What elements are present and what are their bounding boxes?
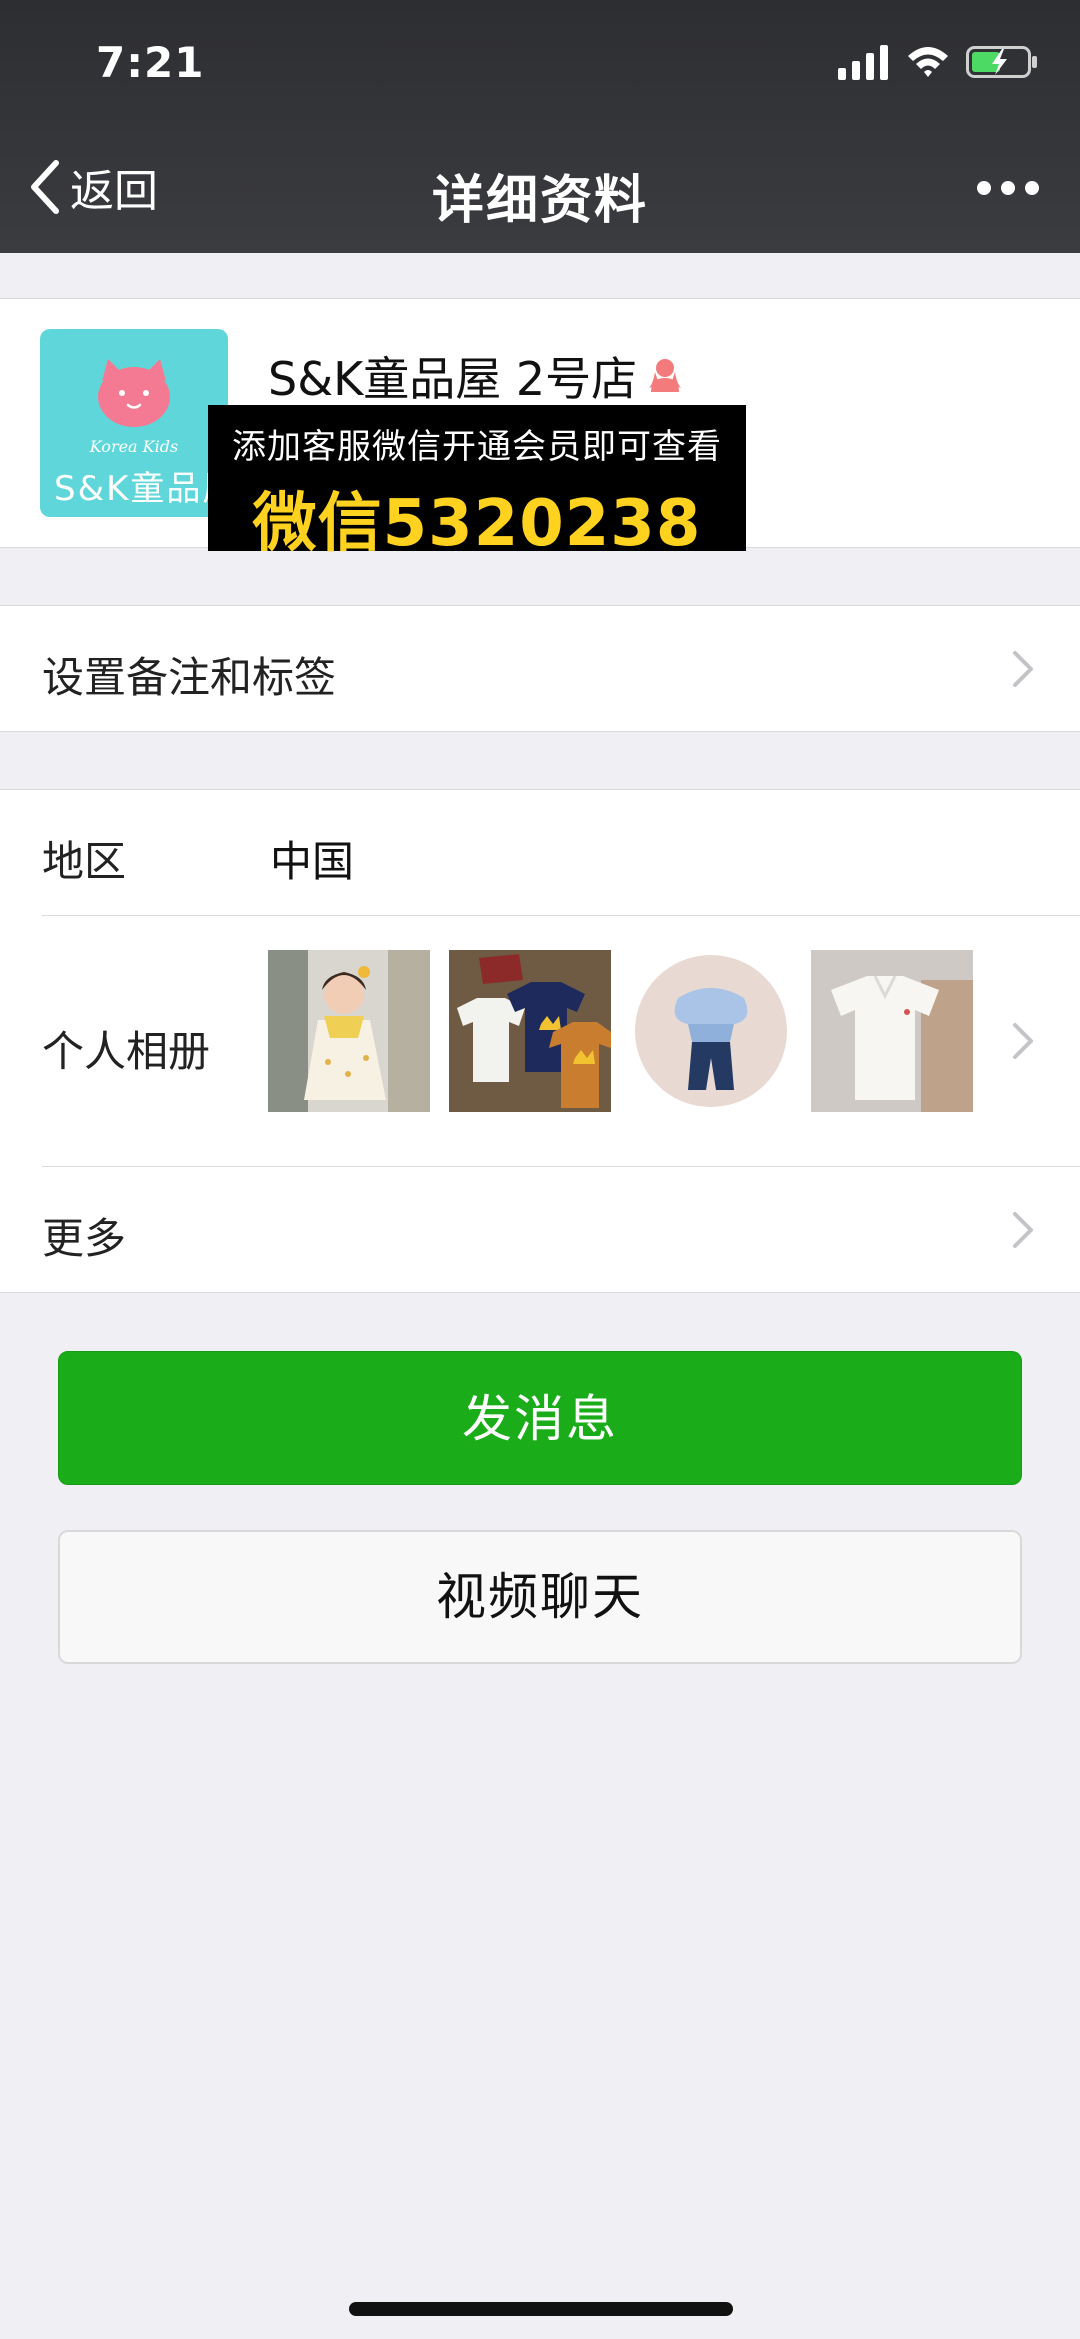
- more-label: 更多: [42, 1214, 127, 1263]
- album-label: 个人相册: [42, 1027, 211, 1076]
- status-icons: [838, 44, 1038, 80]
- top-bar: 7:21 返回 详细资料: [0, 0, 1080, 253]
- page-title: 详细资料: [431, 171, 648, 231]
- remark-tags-row[interactable]: 设置备注和标签: [0, 605, 1080, 732]
- female-icon: [649, 359, 682, 392]
- home-indicator[interactable]: [349, 2302, 733, 2316]
- album-photo-tshirts: [449, 950, 611, 1112]
- info-group: 地区 中国 个人相册 更多: [0, 789, 1080, 1293]
- profile-name-text: S&K童品屋 2号店: [268, 352, 638, 406]
- chevron-right-icon: [1013, 651, 1033, 687]
- status-time: 7:21: [96, 38, 205, 87]
- cellular-signal-icon: [838, 45, 888, 80]
- more-row[interactable]: 更多: [0, 1167, 1080, 1292]
- chevron-right-icon: [1013, 1023, 1033, 1059]
- more-options-icon[interactable]: [976, 176, 1040, 200]
- back-label: 返回: [70, 166, 158, 217]
- video-chat-button[interactable]: 视频聊天: [58, 1530, 1022, 1664]
- album-photo-ruffle-outfit: [630, 950, 792, 1112]
- album-thumbnail: [268, 950, 430, 1112]
- watermark-line1: 添加客服微信开通会员即可查看: [232, 427, 722, 467]
- region-label: 地区: [42, 837, 127, 886]
- album-thumbnail: [630, 950, 792, 1112]
- profile-name: S&K童品屋 2号店: [268, 343, 687, 409]
- profile-card: Korea Kids S&K童品屋 S&K童品屋 2号店 添加客服微信开通会员即…: [0, 298, 1080, 561]
- send-message-button[interactable]: 发消息: [58, 1351, 1022, 1485]
- avatar-brand-text: S&K童品屋: [54, 469, 228, 509]
- avatar[interactable]: Korea Kids S&K童品屋: [40, 329, 228, 517]
- album-thumbnail: [811, 950, 973, 1112]
- album-photo-girl-dress: [268, 950, 430, 1112]
- battery-charging-icon: [966, 46, 1037, 78]
- watermark-overlay: 添加客服微信开通会员即可查看 微信5320238: [208, 405, 746, 561]
- region-value: 中国: [270, 837, 355, 886]
- region-row: 地区 中国: [0, 790, 1080, 915]
- album-thumbnail: [449, 950, 611, 1112]
- back-chevron-icon: [31, 160, 59, 214]
- watermark-line2: 微信5320238: [252, 487, 702, 561]
- back-button[interactable]: 返回: [26, 155, 158, 219]
- avatar-subtext: Korea Kids: [89, 437, 179, 456]
- personal-album-row[interactable]: 个人相册: [0, 916, 1080, 1166]
- wifi-icon: [908, 47, 948, 77]
- chevron-right-icon: [1013, 1212, 1033, 1248]
- remark-tags-label: 设置备注和标签: [42, 653, 337, 702]
- album-photo-white-shirt: [811, 950, 973, 1112]
